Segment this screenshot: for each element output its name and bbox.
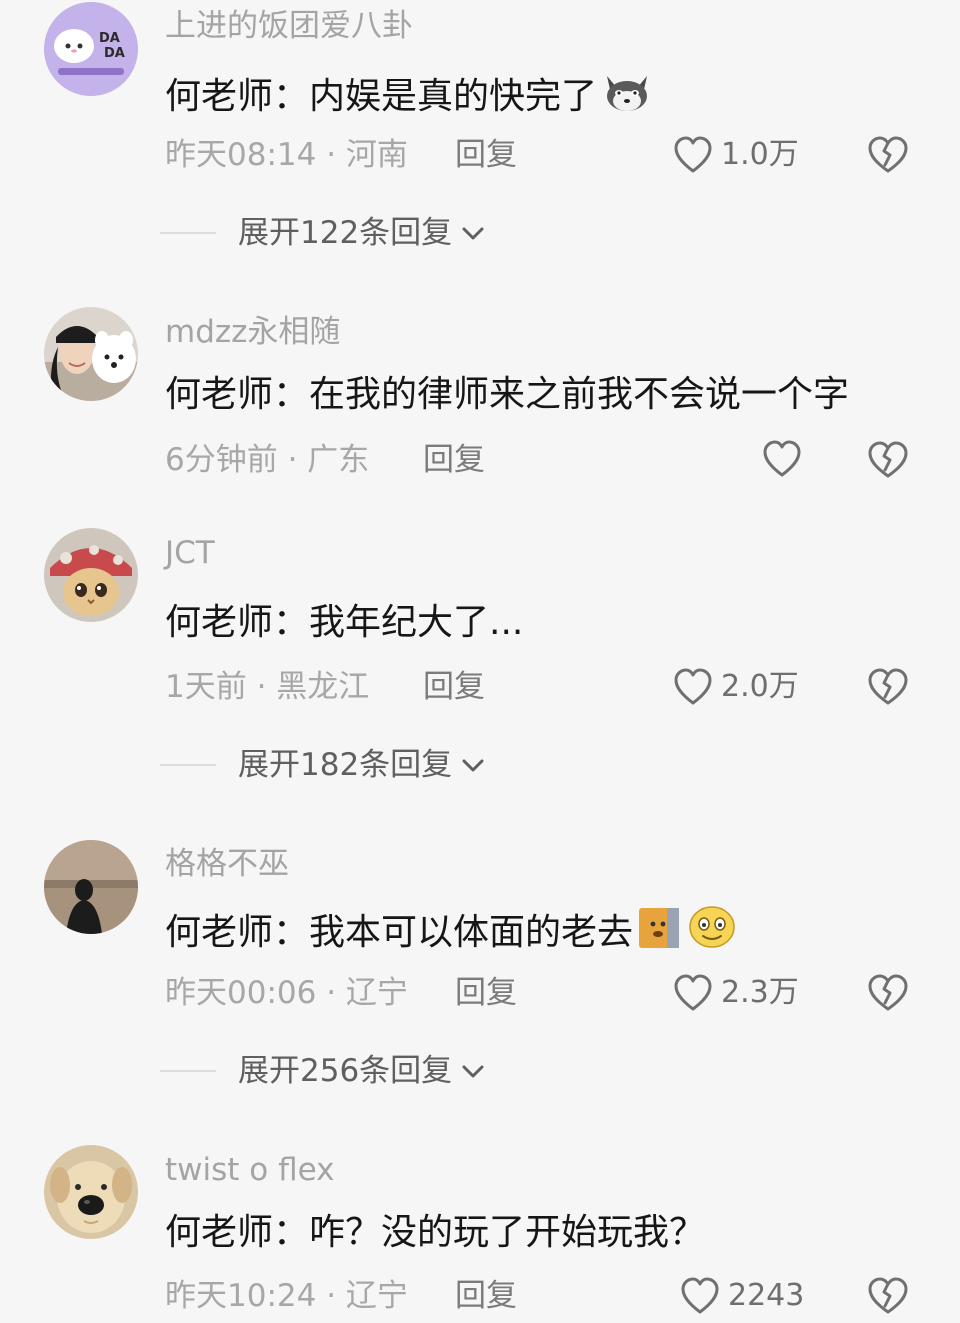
svg-text:DA: DA bbox=[104, 46, 125, 61]
broken-heart-icon bbox=[868, 974, 908, 1011]
divider bbox=[160, 1070, 216, 1072]
chevron-down-icon bbox=[462, 759, 484, 772]
expand-replies[interactable]: 展开122条回复 bbox=[160, 213, 486, 253]
dislike-button[interactable] bbox=[866, 667, 910, 711]
username[interactable]: twist o flex bbox=[165, 1150, 335, 1190]
username[interactable]: mdzz永相随 bbox=[165, 312, 340, 352]
divider bbox=[160, 764, 216, 766]
like-count: 2.0万 bbox=[721, 669, 799, 704]
reply-button[interactable]: 回复 bbox=[423, 667, 485, 707]
expand-replies-label: 展开256条回复 bbox=[238, 1053, 453, 1089]
reply-button[interactable]: 回复 bbox=[455, 973, 517, 1013]
dislike-button[interactable] bbox=[866, 440, 910, 484]
like-count: 1.0万 bbox=[721, 137, 799, 172]
username[interactable]: 上进的饭团爱八卦 bbox=[165, 6, 413, 46]
comment-text-body: 何老师：内娱是真的快完了 bbox=[165, 76, 598, 117]
comment-time-location: 1天前 · 黑龙江 bbox=[165, 669, 370, 705]
comment-text: 何老师：我本可以体面的老去 bbox=[165, 904, 737, 962]
avatar-logo-text: DA bbox=[99, 31, 120, 46]
dislike-button[interactable] bbox=[866, 1276, 910, 1320]
comment-text: 何老师：在我的律师来之前我不会说一个字 bbox=[165, 374, 850, 415]
avatar[interactable] bbox=[44, 840, 138, 934]
heart-icon bbox=[674, 974, 712, 1011]
comment-time-location: 6分钟前 · 广东 bbox=[165, 442, 370, 478]
dislike-button[interactable] bbox=[866, 973, 910, 1017]
like-button[interactable]: 2.0万 bbox=[673, 667, 799, 707]
divider bbox=[160, 232, 216, 234]
chevron-down-icon bbox=[462, 1065, 484, 1078]
doge-icon bbox=[637, 904, 683, 962]
broken-heart-icon bbox=[868, 1277, 908, 1314]
username[interactable]: 格格不巫 bbox=[165, 844, 289, 884]
comment-text: 何老师：内娱是真的快完了 bbox=[165, 68, 653, 126]
broken-heart-icon bbox=[868, 136, 908, 173]
like-count: 2.3万 bbox=[721, 975, 799, 1010]
heart-icon bbox=[674, 136, 712, 173]
like-count: 2243 bbox=[728, 1278, 805, 1313]
broken-heart-icon bbox=[868, 668, 908, 705]
avatar[interactable] bbox=[44, 528, 138, 622]
comment-text: 何老师：咋？没的玩了开始玩我？ bbox=[165, 1212, 706, 1253]
avatar[interactable] bbox=[44, 1145, 138, 1239]
dislike-button[interactable] bbox=[866, 135, 910, 179]
avatar[interactable]: DA DA bbox=[44, 2, 138, 96]
like-button[interactable]: 1.0万 bbox=[673, 135, 799, 175]
reply-button[interactable]: 回复 bbox=[455, 135, 517, 175]
like-button[interactable]: 2.3万 bbox=[673, 973, 799, 1013]
comment-time-location: 昨天08:14 · 河南 bbox=[165, 137, 408, 173]
broken-heart-icon bbox=[868, 441, 908, 478]
reply-button[interactable]: 回复 bbox=[423, 440, 485, 480]
comment-time-location: 昨天00:06 · 辽宁 bbox=[165, 975, 408, 1011]
expand-replies[interactable]: 展开182条回复 bbox=[160, 745, 486, 785]
like-button[interactable] bbox=[762, 440, 810, 478]
like-button[interactable]: 2243 bbox=[680, 1276, 804, 1316]
reply-button[interactable]: 回复 bbox=[455, 1276, 517, 1316]
avatar[interactable] bbox=[44, 307, 138, 401]
expand-replies[interactable]: 展开256条回复 bbox=[160, 1051, 486, 1091]
smile-emoji-icon bbox=[687, 904, 737, 962]
expand-replies-label: 展开182条回复 bbox=[238, 747, 453, 783]
dog-emoji-icon bbox=[601, 68, 653, 126]
heart-icon bbox=[681, 1277, 719, 1314]
username[interactable]: JCT bbox=[165, 533, 215, 573]
comment-time-location: 昨天10:24 · 辽宁 bbox=[165, 1278, 408, 1314]
chevron-down-icon bbox=[462, 227, 484, 240]
heart-icon bbox=[674, 668, 712, 705]
comment-text-body: 何老师：我本可以体面的老去 bbox=[165, 912, 634, 953]
heart-icon bbox=[763, 440, 801, 477]
expand-replies-label: 展开122条回复 bbox=[238, 215, 453, 251]
comment-text: 何老师：我年纪大了... bbox=[165, 602, 524, 643]
